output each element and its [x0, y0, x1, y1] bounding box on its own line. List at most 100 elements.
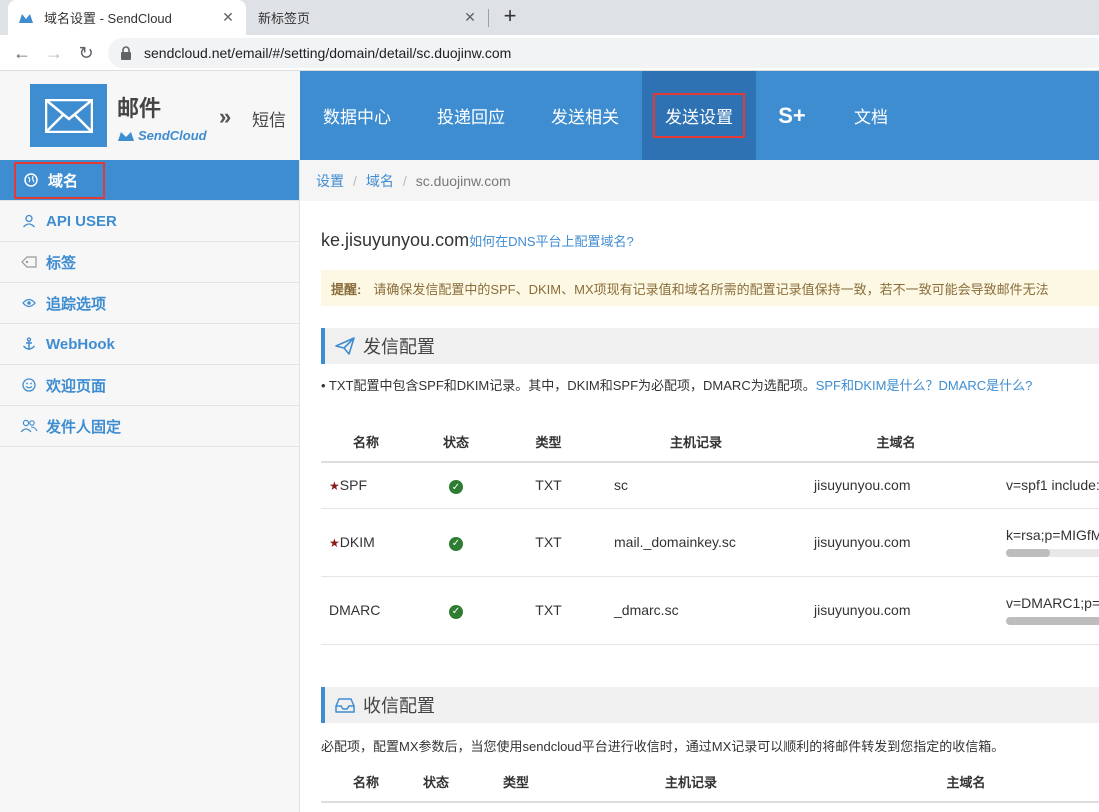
address-bar: ← → ↻ sendcloud.net/email/#/setting/doma… — [0, 35, 1099, 71]
inbox-icon — [335, 697, 355, 713]
tag-icon — [20, 256, 38, 268]
breadcrumb: 设置 / 域名 / sc.duojinw.com — [300, 160, 1099, 201]
breadcrumb-separator: / — [353, 172, 357, 189]
sendcloud-favicon-icon — [18, 10, 34, 26]
breadcrumb-current: sc.duojinw.com — [415, 172, 511, 189]
record-type: TXT — [501, 462, 596, 509]
nav-delivery-response[interactable]: 投递回应 — [414, 71, 528, 160]
close-tab-icon[interactable]: ✕ — [220, 9, 236, 26]
nav-s-plus[interactable]: S+ — [756, 71, 828, 160]
dns-help-link[interactable]: 如何在DNS平台上配置域名? — [469, 234, 634, 249]
new-tab-button[interactable]: + — [498, 5, 522, 29]
nav-sending[interactable]: 发送相关 — [528, 71, 642, 160]
record-name-cell: DMARC — [321, 576, 411, 645]
sidebar-item-api-user[interactable]: API USER — [0, 201, 299, 242]
url-field[interactable]: sendcloud.net/email/#/setting/domain/det… — [108, 38, 1099, 68]
nav-send-settings[interactable]: 发送设置 — [642, 71, 756, 160]
sidebar-item-tags[interactable]: 标签 — [0, 242, 299, 283]
recv-config-table: 名称 状态 类型 主机记录 主域名 — [321, 762, 1099, 803]
required-star-icon: ★ — [329, 479, 340, 494]
sms-switch-link[interactable]: 短信 — [252, 106, 286, 131]
table-header-row: 名称 状态 类型 主机记录 主域名 — [321, 762, 1099, 803]
sidebar: 域名 API USER 标签 追踪选项 WebHook 欢迎页面 发件人固定 — [0, 160, 300, 812]
browser-tab-active[interactable]: 域名设置 - SendCloud ✕ — [8, 0, 246, 35]
record-host: mail._domainkey.sc — [596, 508, 796, 577]
logo-brand-text: SendCloud — [138, 128, 207, 143]
column-header: 状态 — [411, 422, 501, 463]
record-value-cell: v=spf1 include:s — [996, 462, 1099, 509]
record-domain: jisuyunyou.com — [796, 508, 996, 577]
top-nav: 数据中心 投递回应 发送相关 发送设置 S+ 文档 — [300, 71, 914, 160]
nav-data-center[interactable]: 数据中心 — [300, 71, 414, 160]
spf-dkim-help-link[interactable]: SPF和DKIM是什么？DMARC是什么? — [816, 378, 1033, 393]
logo-title: 邮件 — [117, 96, 162, 121]
browser-tab-bar: 域名设置 - SendCloud ✕ 新标签页 ✕ + — [0, 0, 1099, 35]
recv-config-desc: 必配项，配置MX参数后，当您使用sendcloud平台进行收信时，通过MX记录可… — [321, 739, 1005, 754]
check-circle-icon: ✓ — [449, 604, 463, 619]
column-header: 名称 — [321, 422, 411, 463]
sidebar-item-label: 域名 — [48, 172, 79, 190]
column-header: 名称 — [321, 762, 411, 803]
scrollbar-thumb[interactable] — [1006, 549, 1050, 557]
sidebar-item-domain[interactable]: 域名 — [0, 160, 299, 201]
sidebar-item-label: 发件人固定 — [46, 418, 122, 436]
notice-label: 提醒: — [331, 281, 362, 297]
record-value-cell: v=DMARC1;p= — [996, 576, 1099, 645]
main-content: 设置 / 域名 / sc.duojinw.com ke.jisuyunyou.c… — [300, 160, 1099, 812]
recv-config-title: 收信配置 — [363, 696, 435, 716]
mail-logo-icon[interactable] — [30, 84, 107, 147]
tab-title: 域名设置 - SendCloud — [44, 11, 172, 26]
smile-icon — [20, 378, 38, 392]
value-scrollbar[interactable] — [1006, 617, 1099, 625]
record-name: SPF — [339, 477, 367, 494]
logo-brand: SendCloud — [117, 128, 207, 143]
sidebar-item-highlight: 域名 — [14, 161, 106, 199]
breadcrumb-settings[interactable]: 设置 — [316, 171, 344, 191]
nav-docs[interactable]: 文档 — [828, 71, 914, 160]
sidebar-item-tracking[interactable]: 追踪选项 — [0, 283, 299, 324]
close-tab-icon[interactable]: ✕ — [462, 9, 478, 26]
forward-icon[interactable]: → — [42, 41, 66, 65]
reload-icon[interactable]: ↻ — [74, 41, 98, 65]
column-header: 主域名 — [811, 762, 1099, 803]
send-config-table: 名称 状态 类型 主机记录 主域名 ★SPF ✓ TXT sc jisuyuny… — [321, 422, 1099, 645]
warning-notice: 提醒: 请确保发信配置中的SPF、DKIM、MX项现有记录值和域名所需的配置记录… — [321, 270, 1099, 306]
column-header: 类型 — [461, 762, 571, 803]
tab-separator — [488, 9, 489, 27]
table-row: DMARC ✓ TXT _dmarc.sc jisuyunyou.com v=D… — [321, 576, 1099, 645]
sidebar-item-label: 标签 — [46, 254, 77, 272]
record-host: _dmarc.sc — [596, 576, 796, 645]
record-value: v=spf1 include:s — [1006, 477, 1099, 494]
sidebar-item-fixed-sender[interactable]: 发件人固定 — [0, 406, 299, 447]
app-header: 邮件 SendCloud » 短信 数据中心 投递回应 发送相关 发送设置 S+… — [0, 71, 1099, 160]
breadcrumb-domain[interactable]: 域名 — [366, 171, 394, 191]
sidebar-item-label: 追踪选项 — [46, 295, 107, 313]
lock-icon — [120, 46, 134, 60]
anchor-icon — [20, 337, 38, 351]
eye-icon — [20, 298, 38, 308]
double-chevron-icon[interactable]: » — [219, 104, 231, 130]
sidebar-item-label: 欢迎页面 — [46, 377, 107, 395]
column-header — [996, 422, 1099, 463]
url-text: sendcloud.net/email/#/setting/domain/det… — [144, 45, 512, 61]
send-config-title: 发信配置 — [363, 337, 435, 357]
column-header: 主域名 — [796, 422, 996, 463]
sidebar-item-label: WebHook — [46, 335, 115, 353]
required-star-icon: ★ — [329, 536, 340, 550]
record-value: k=rsa;p=MIGfM — [1006, 527, 1099, 543]
check-circle-icon: ✓ — [449, 480, 463, 494]
back-icon[interactable]: ← — [10, 41, 34, 65]
value-scrollbar[interactable] — [1006, 549, 1099, 557]
send-config-desc: • TXT配置中包含SPF和DKIM记录。其中，DKIM和SPF为必配项，DMA… — [321, 375, 1032, 394]
send-config-header: 发信配置 — [321, 328, 1099, 364]
notice-text: 请确保发信配置中的SPF、DKIM、MX项现有记录值和域名所需的配置记录值保持一… — [373, 281, 1049, 297]
sidebar-item-webhook[interactable]: WebHook — [0, 324, 299, 365]
status-cell: ✓ — [411, 462, 501, 509]
record-value-cell: k=rsa;p=MIGfM — [996, 508, 1099, 577]
column-header: 状态 — [411, 762, 461, 803]
scrollbar-thumb[interactable] — [1006, 617, 1099, 625]
sidebar-item-welcome-page[interactable]: 欢迎页面 — [0, 365, 299, 406]
record-name-cell: ★DKIM — [321, 508, 411, 577]
status-cell: ✓ — [411, 576, 501, 645]
browser-tab-newtab[interactable]: 新标签页 ✕ — [248, 0, 488, 35]
